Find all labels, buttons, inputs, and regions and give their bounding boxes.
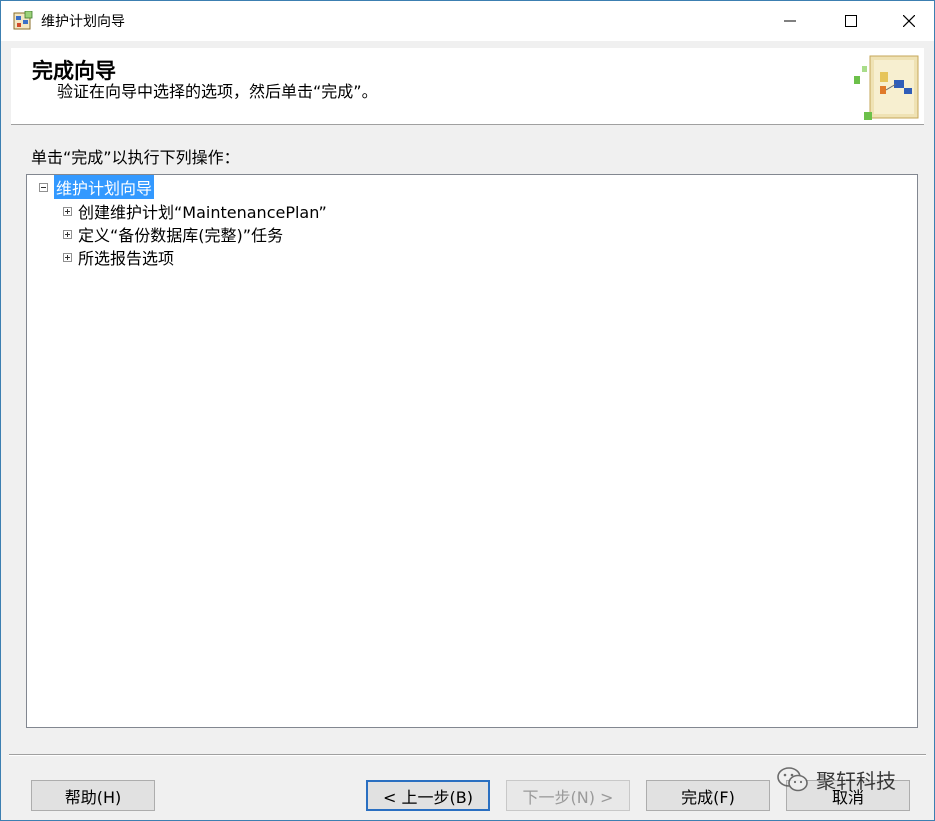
wizard-header-banner: 完成向导 验证在向导中选择的选项，然后单击“完成”。 bbox=[11, 48, 924, 125]
title-bar[interactable]: 维护计划向导 bbox=[1, 1, 934, 41]
tree-node-label[interactable]: 维护计划向导 bbox=[54, 175, 155, 199]
finish-button[interactable]: 完成(F) bbox=[646, 780, 770, 811]
maintenance-plan-app-icon bbox=[13, 11, 33, 30]
expand-icon[interactable] bbox=[63, 206, 72, 216]
page-subtitle: 验证在向导中选择的选项，然后单击“完成”。 bbox=[57, 82, 378, 101]
watermark: 聚轩科技 bbox=[776, 765, 896, 794]
expand-icon[interactable] bbox=[63, 252, 72, 262]
close-icon bbox=[903, 15, 915, 27]
wechat-icon bbox=[777, 766, 808, 791]
watermark-text: 聚轩科技 bbox=[816, 769, 896, 793]
maximize-button[interactable] bbox=[822, 1, 880, 41]
tree-node-create-plan[interactable]: 创建维护计划“MaintenancePlan” bbox=[63, 200, 327, 222]
back-button[interactable]: < 上一步(B) bbox=[366, 780, 490, 811]
tree-node-label[interactable]: 定义“备份数据库(完整)”任务 bbox=[78, 222, 283, 246]
maximize-icon bbox=[845, 15, 857, 27]
tree-node-report-options[interactable]: 所选报告选项 bbox=[63, 246, 174, 268]
help-button[interactable]: 帮助(H) bbox=[31, 780, 155, 811]
window-title: 维护计划向导 bbox=[41, 14, 125, 30]
tree-node-label[interactable]: 创建维护计划“MaintenancePlan” bbox=[78, 199, 327, 223]
expand-icon[interactable] bbox=[63, 229, 72, 239]
tree-node-label[interactable]: 所选报告选项 bbox=[78, 245, 174, 269]
actions-tree-view[interactable]: 维护计划向导 创建维护计划“MaintenancePlan” 定义“备份数据库(… bbox=[26, 174, 918, 728]
tree-node-backup-task[interactable]: 定义“备份数据库(完整)”任务 bbox=[63, 223, 283, 245]
wizard-graphic-icon bbox=[854, 55, 919, 120]
close-button[interactable] bbox=[880, 1, 935, 41]
collapse-icon[interactable] bbox=[39, 182, 48, 192]
minimize-button[interactable] bbox=[761, 1, 819, 41]
wizard-window: 维护计划向导 完成向导 验证在向导中选择的选项，然后单击“完成”。 单击“完成”… bbox=[0, 0, 935, 821]
footer-separator bbox=[9, 754, 926, 756]
tree-node-root[interactable]: 维护计划向导 bbox=[39, 175, 155, 199]
instruction-label: 单击“完成”以执行下列操作： bbox=[31, 148, 240, 167]
next-button[interactable]: 下一步(N) > bbox=[506, 780, 630, 811]
minimize-icon bbox=[784, 20, 796, 22]
